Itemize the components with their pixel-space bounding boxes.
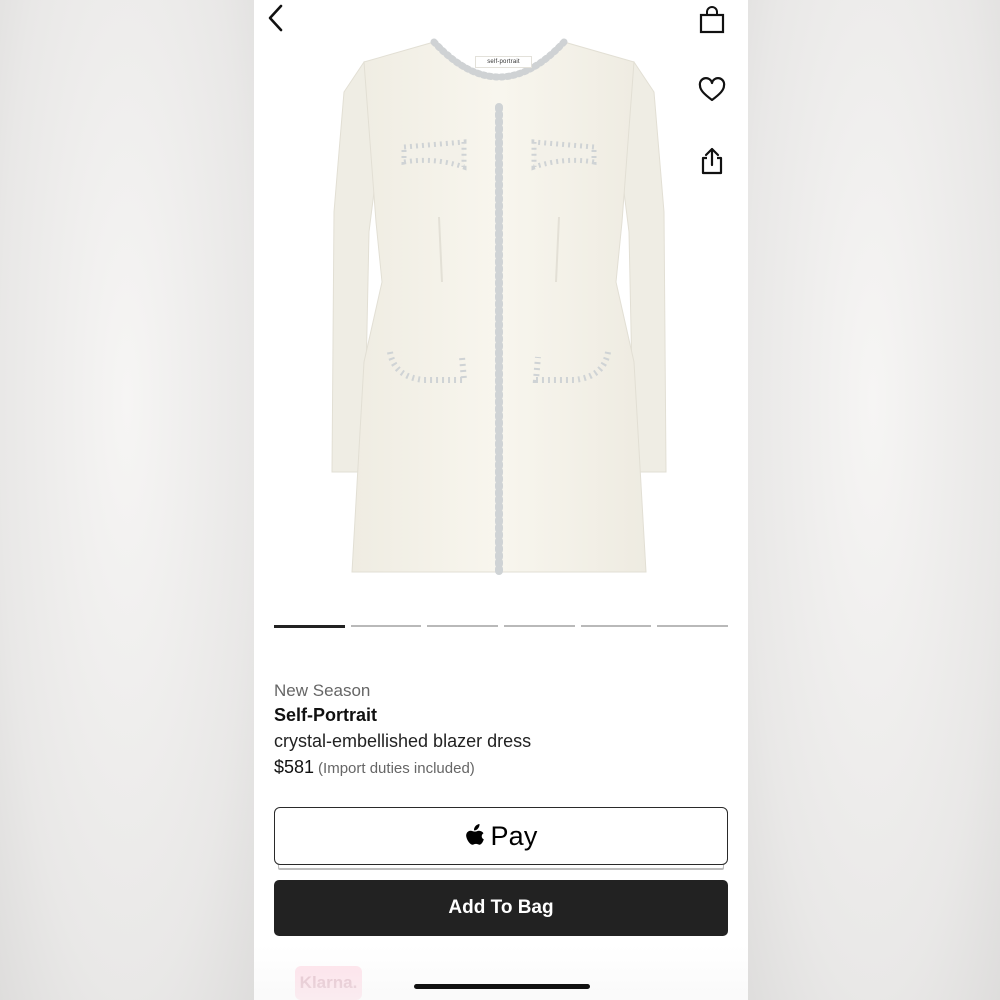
carousel-dot[interactable] <box>274 625 345 628</box>
share-button[interactable] <box>692 141 732 181</box>
product-image[interactable]: self-portrait <box>324 32 674 587</box>
chevron-left-icon <box>268 4 283 32</box>
home-indicator[interactable] <box>414 984 590 989</box>
share-icon <box>701 147 723 175</box>
brand-name[interactable]: Self-Portrait <box>274 702 728 728</box>
right-background-blur <box>746 0 1000 1000</box>
bag-button[interactable] <box>692 0 732 40</box>
shopping-bag-icon <box>699 6 725 34</box>
product-info: New Season Self-Portrait crystal-embelli… <box>274 680 728 782</box>
wishlist-button[interactable] <box>692 70 732 110</box>
brand-label-tag: self-portrait <box>475 56 532 68</box>
left-background-blur <box>0 0 254 1000</box>
blazer-dress-illustration <box>331 38 667 576</box>
add-to-bag-button[interactable]: Add To Bag <box>274 880 728 936</box>
price-row: $581 (Import duties included) <box>274 754 728 782</box>
carousel-dot[interactable] <box>350 625 422 627</box>
heart-icon <box>698 77 726 102</box>
carousel-dot[interactable] <box>657 625 729 627</box>
back-button[interactable] <box>256 0 296 38</box>
duties-note: (Import duties included) <box>318 760 475 777</box>
carousel-dot[interactable] <box>580 625 652 627</box>
price: $581 <box>274 757 315 777</box>
apple-logo-icon <box>466 824 485 845</box>
product-name: crystal-embellished blazer dress <box>274 731 532 751</box>
carousel-dot[interactable] <box>427 625 499 627</box>
product-screen: self-portrait New Season Self-Portrait c… <box>254 0 748 1000</box>
apple-pay-button[interactable]: Pay <box>274 807 728 865</box>
image-carousel-indicator[interactable] <box>274 625 729 629</box>
klarna-badge: Klarna. <box>295 966 362 1000</box>
apple-pay-label: Pay <box>490 820 538 851</box>
season-label: New Season <box>274 681 371 700</box>
carousel-dot[interactable] <box>504 625 575 627</box>
